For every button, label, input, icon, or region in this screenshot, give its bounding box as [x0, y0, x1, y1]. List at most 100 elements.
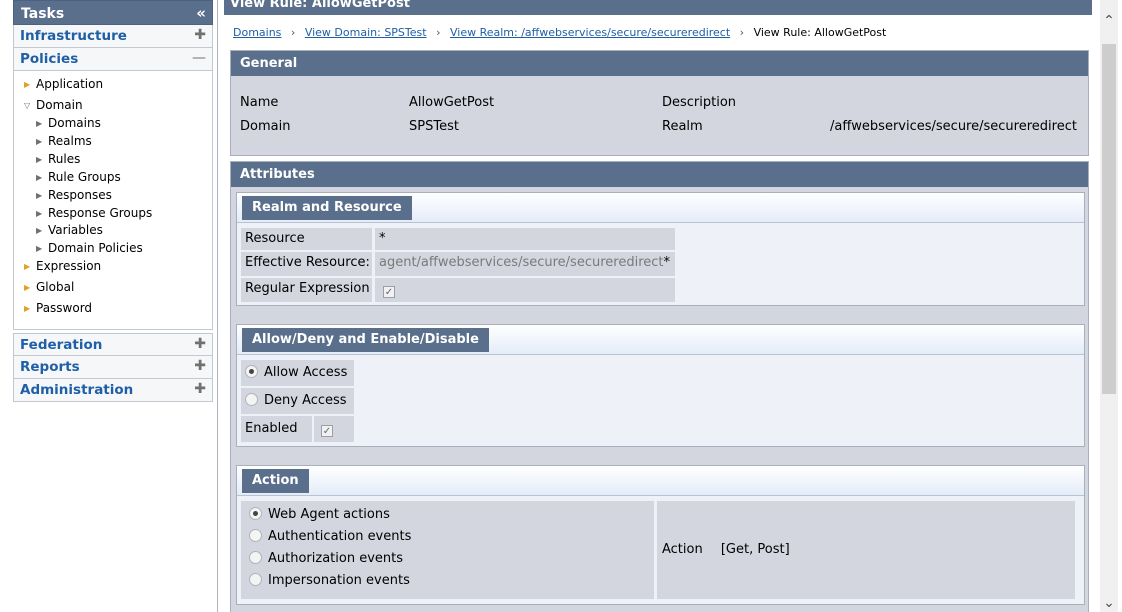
action-option-radio[interactable] — [249, 529, 262, 542]
caret-right-icon: ▶ — [36, 226, 43, 235]
action-option-radio[interactable] — [249, 507, 262, 520]
tree-item-rule-groups[interactable]: ▶ Rule Groups — [36, 170, 121, 184]
breadcrumb-separator: › — [290, 26, 296, 39]
category-reports[interactable]: Reports ✚ — [13, 356, 213, 379]
action-option-authorization[interactable]: Authorization events — [249, 551, 646, 573]
allow-deny-heading: Allow/Deny and Enable/Disable — [242, 328, 489, 352]
action-option-label: Authorization events — [268, 551, 404, 566]
action-option-radio[interactable] — [249, 551, 262, 564]
tasks-header: Tasks « — [13, 0, 213, 25]
enabled-checkbox[interactable]: ✓ — [321, 425, 333, 437]
realm-label: Realm — [662, 119, 703, 134]
tasks-panel: Tasks « Infrastructure ✚ Policies — ▶ App… — [13, 0, 213, 402]
action-option-label: Web Agent actions — [268, 507, 390, 522]
effective-resource-label: Effective Resource: — [241, 252, 372, 276]
action-option-radio[interactable] — [249, 573, 262, 586]
caret-down-icon: ▽ — [24, 101, 31, 110]
deny-access-option[interactable]: Deny Access — [241, 388, 354, 414]
category-infrastructure-label: Infrastructure — [20, 28, 127, 44]
action-heading: Action — [242, 469, 309, 493]
action-section: Action Web Agent actions Authentication … — [236, 465, 1085, 605]
attributes-heading: Attributes — [231, 162, 1088, 187]
scroll-thumb[interactable] — [1102, 44, 1116, 394]
realm-resource-header: Realm and Resource — [237, 193, 1084, 223]
realm-resource-heading: Realm and Resource — [242, 196, 412, 220]
caret-right-icon: ▶ — [36, 137, 43, 146]
tree-item-realms[interactable]: ▶ Realms — [36, 134, 92, 148]
tree-item-application[interactable]: ▶ Application — [24, 77, 103, 91]
tree-item-rules[interactable]: ▶ Rules — [36, 152, 80, 166]
deny-access-radio[interactable] — [245, 393, 258, 406]
action-value: [Get, Post] — [720, 542, 790, 557]
allow-deny-header: Allow/Deny and Enable/Disable — [237, 325, 1084, 355]
caret-right-icon: ▶ — [36, 191, 43, 200]
action-value-cell: Action [Get, Post] — [657, 501, 1075, 599]
action-header: Action — [237, 466, 1084, 496]
expand-icon[interactable]: ✚ — [194, 27, 206, 43]
expand-icon[interactable]: ✚ — [194, 358, 206, 374]
category-policies[interactable]: Policies — — [13, 48, 213, 71]
vertical-scrollbar[interactable]: ⌃ ⌄ — [1100, 0, 1118, 612]
resource-label: Resource — [241, 228, 372, 250]
policies-tree: ▶ Application ▽ Domain ▶ Domains ▶ Realms ▶ R… — [13, 71, 213, 330]
main-content: View Rule: AllowGetPost Domains › View D… — [217, 0, 1099, 612]
scroll-up-icon[interactable]: ⌃ — [1100, 12, 1118, 30]
resource-value: * — [375, 228, 675, 250]
tree-item-global[interactable]: ▶ Global — [24, 280, 74, 294]
regex-label: Regular Expression — [241, 278, 372, 302]
action-option-impersonation[interactable]: Impersonation events — [249, 573, 646, 595]
tasks-title: Tasks — [21, 6, 65, 22]
scroll-down-icon[interactable]: ⌄ — [1100, 594, 1118, 612]
action-type-options: Web Agent actions Authentication events … — [241, 501, 654, 599]
tree-item-expression[interactable]: ▶ Expression — [24, 259, 101, 273]
allow-access-option[interactable]: Allow Access — [241, 360, 354, 386]
regex-checkbox-cell: ✓ — [375, 278, 675, 302]
breadcrumb-domains-link[interactable]: Domains — [233, 26, 281, 39]
expand-icon[interactable]: ✚ — [194, 381, 206, 397]
allow-access-radio[interactable] — [245, 365, 258, 378]
tree-item-domain-policies[interactable]: ▶ Domain Policies — [36, 241, 143, 255]
enabled-label: Enabled — [241, 416, 312, 442]
category-administration-label: Administration — [20, 382, 134, 398]
tree-item-domain[interactable]: ▽ Domain — [24, 98, 83, 112]
description-label: Description — [662, 95, 737, 110]
caret-right-icon: ▶ — [24, 283, 31, 292]
category-infrastructure[interactable]: Infrastructure ✚ — [13, 25, 213, 48]
category-policies-label: Policies — [20, 51, 79, 67]
regex-checkbox[interactable]: ✓ — [383, 286, 395, 298]
domain-value: SPSTest — [409, 119, 459, 134]
breadcrumb-domain-link[interactable]: View Domain: SPSTest — [305, 26, 427, 39]
breadcrumb: Domains › View Domain: SPSTest › View Re… — [233, 26, 886, 39]
tree-item-responses[interactable]: ▶ Responses — [36, 188, 112, 202]
caret-right-icon: ▶ — [24, 262, 31, 271]
expand-icon[interactable]: ✚ — [194, 336, 206, 352]
breadcrumb-realm-link[interactable]: View Realm: /affwebservices/secure/secur… — [450, 26, 730, 39]
category-administration[interactable]: Administration ✚ — [13, 379, 213, 402]
caret-right-icon: ▶ — [36, 119, 43, 128]
realm-resource-section: Realm and Resource Resource * Effective … — [236, 192, 1085, 306]
breadcrumb-current: View Rule: AllowGetPost — [753, 26, 887, 39]
caret-right-icon: ▶ — [36, 209, 43, 218]
page-title: View Rule: AllowGetPost — [224, 0, 1092, 15]
action-label: Action — [662, 542, 703, 557]
tree-item-response-groups[interactable]: ▶ Response Groups — [36, 206, 152, 220]
breadcrumb-separator: › — [739, 26, 745, 39]
caret-right-icon: ▶ — [36, 173, 43, 182]
category-federation-label: Federation — [20, 337, 103, 353]
collapse-panel-icon[interactable]: « — [196, 4, 206, 22]
collapse-icon[interactable]: — — [192, 50, 206, 66]
action-option-web-agent[interactable]: Web Agent actions — [249, 507, 646, 529]
caret-right-icon: ▶ — [36, 244, 43, 253]
general-heading: General — [231, 51, 1088, 76]
breadcrumb-separator: › — [436, 26, 441, 39]
effective-resource-suffix: * — [663, 255, 671, 270]
tree-item-variables[interactable]: ▶ Variables — [36, 223, 103, 237]
attributes-panel: Attributes Realm and Resource Resource *… — [230, 161, 1089, 612]
tree-item-password[interactable]: ▶ Password — [24, 301, 92, 315]
name-label: Name — [240, 95, 279, 110]
general-panel: General Name AllowGetPost Description Do… — [230, 50, 1089, 156]
enabled-checkbox-cell: ✓ — [314, 416, 354, 442]
action-option-authentication[interactable]: Authentication events — [249, 529, 646, 551]
tree-item-domains[interactable]: ▶ Domains — [36, 116, 101, 130]
category-federation[interactable]: Federation ✚ — [13, 333, 213, 356]
